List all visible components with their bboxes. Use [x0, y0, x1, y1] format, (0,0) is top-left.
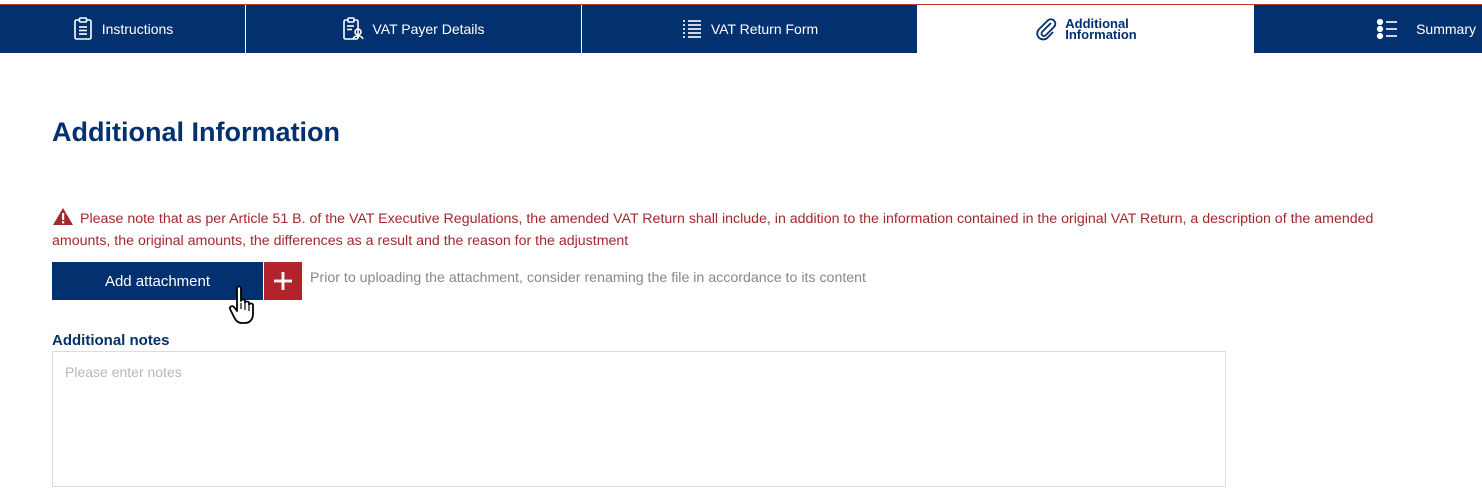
tab-label: VAT Payer Details	[372, 21, 485, 37]
wizard-tabs: Instructions VAT Payer Details VAT Retur…	[0, 5, 1482, 53]
tab-vat-return-form[interactable]: VAT Return Form	[582, 5, 918, 53]
tab-additional-information[interactable]: Additional Information	[918, 5, 1254, 53]
tab-summary[interactable]: Summary	[1254, 5, 1482, 53]
person-card-icon	[342, 17, 365, 41]
plus-icon	[274, 272, 292, 290]
list-icon	[681, 17, 703, 41]
warning-triangle-icon	[53, 208, 73, 225]
bullet-list-icon	[1376, 17, 1398, 41]
amendment-warning: Please note that as per Article 51 B. of…	[52, 207, 1432, 252]
tab-label: VAT Return Form	[710, 21, 819, 37]
tab-label: Additional Information	[1065, 16, 1137, 42]
notes-label: Additional notes	[52, 332, 170, 349]
hand-pointer-cursor-icon	[228, 285, 254, 324]
tab-instructions[interactable]: Instructions	[0, 5, 246, 53]
tab-vat-payer-details[interactable]: VAT Payer Details	[246, 5, 582, 53]
tab-label: Instructions	[101, 21, 174, 37]
page-title: Additional Information	[52, 117, 340, 147]
clipboard-list-icon	[72, 17, 94, 41]
notes-textarea[interactable]	[52, 351, 1226, 487]
warning-text: Please note that as per Article 51 B. of…	[52, 211, 1374, 249]
tab-label: Summary	[1416, 21, 1476, 37]
attachment-hint: Prior to uploading the attachment, consi…	[310, 270, 867, 286]
add-attachment-plus-button[interactable]	[264, 262, 302, 300]
paperclip-icon	[1035, 17, 1057, 41]
